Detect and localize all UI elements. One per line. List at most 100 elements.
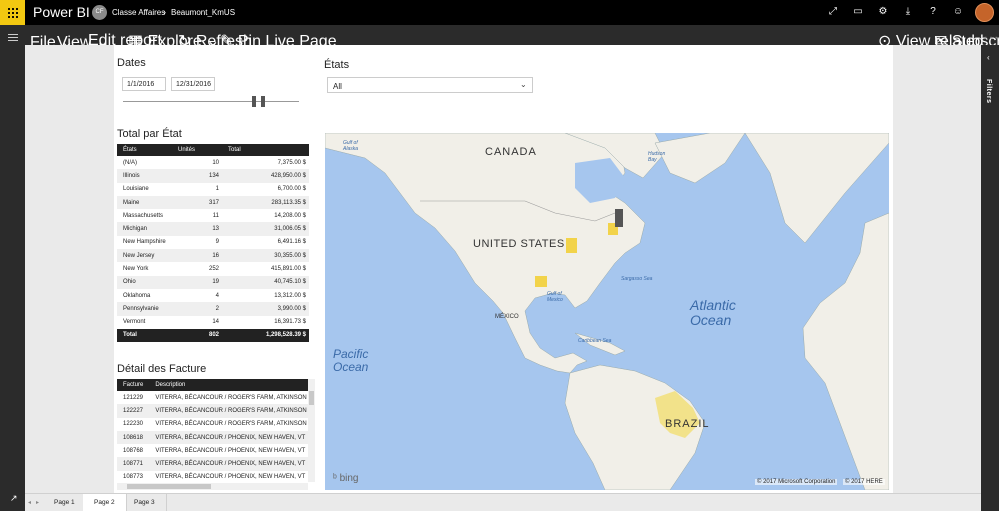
column-header-total[interactable]: Total — [222, 144, 309, 156]
chevron-down-icon[interactable]: ⌄ — [520, 80, 527, 89]
cell-description: VITERRA, BÉCANCOUR / PHOENIX, NEW HAVEN,… — [149, 457, 308, 471]
cell-etat: Illinois — [117, 169, 172, 183]
date-range-slider[interactable] — [123, 101, 299, 102]
table-row[interactable]: Michigan 13 31,006.05 $ — [117, 222, 309, 236]
horizontal-scrollbar[interactable] — [117, 483, 308, 490]
map-label-canada: CANADA — [485, 146, 537, 158]
chevron-left-icon[interactable]: ‹ — [987, 53, 990, 62]
table-row[interactable]: Oklahoma 4 13,312.00 $ — [117, 289, 309, 302]
end-date-input[interactable]: 12/31/2016 — [171, 77, 215, 91]
cell-total: 30,355.00 $ — [222, 249, 309, 263]
cell-unites: 1 — [215, 186, 219, 193]
map-graphic — [325, 133, 889, 490]
hamburger-icon[interactable] — [8, 34, 18, 41]
map-label-united-states: UNITED STATES — [473, 238, 565, 250]
cell-etat: Ohio — [117, 275, 172, 289]
total-cell-unites: 802 — [172, 328, 222, 342]
table-row[interactable]: New Hampshire 9 6,491.16 $ — [117, 236, 309, 249]
page-tab-3[interactable]: Page 3 — [123, 494, 167, 511]
table-row[interactable]: New York 252 415,891.00 $ — [117, 262, 309, 275]
breadcrumb-workspace[interactable]: Classe Affaires — [112, 8, 165, 17]
page-tab-1[interactable]: Page 1 — [43, 494, 87, 511]
table-row[interactable]: New Jersey 16 30,355.00 $ — [117, 249, 309, 263]
cell-unites: 11 — [212, 212, 219, 219]
table-row[interactable]: 108768 VITERRA, BÉCANCOUR / PHOENIX, NEW … — [117, 444, 308, 457]
table-row[interactable]: Pennsylvanie 2 3,990.00 $ — [117, 302, 309, 316]
column-header-etats[interactable]: États — [117, 144, 172, 156]
bing-icon: ᵇ — [333, 473, 337, 484]
table-row[interactable]: 122230 VITERRA, BÉCANCOUR / ROGER'S FARM,… — [117, 418, 308, 431]
cell-unites: 317 — [172, 195, 222, 210]
table-row[interactable]: Ohio 19 40,745.10 $ — [117, 275, 309, 289]
filters-pane-label[interactable]: Filters — [985, 79, 992, 104]
table-row[interactable]: 121229 VITERRA, BÉCANCOUR / ROGER'S FARM,… — [117, 391, 308, 404]
expand-nav-icon[interactable]: ↗ — [10, 493, 18, 504]
scrollbar-thumb[interactable] — [127, 484, 211, 489]
cell-total: 6,491.16 $ — [277, 239, 306, 246]
start-date-input[interactable]: 1/1/2016 — [122, 77, 166, 91]
map-label-gulf-alaska: Gulf of Alaska — [343, 140, 359, 152]
map-label-caribbean: Caribbean Sea — [578, 338, 612, 344]
cell-description: VITERRA, BÉCANCOUR / ROGER'S FARM, ATKIN… — [155, 394, 307, 401]
slider-end-handle[interactable] — [261, 96, 265, 107]
table-row[interactable]: Maine 317 283,113.35 $ — [117, 195, 309, 210]
cell-total: 283,113.35 $ — [222, 195, 309, 210]
louisiane-highlight — [535, 276, 547, 287]
workspace-avatar: CF — [92, 5, 107, 20]
map-copyright-microsoft: © 2017 Microsoft Corporation — [755, 479, 838, 485]
illinois-highlight — [566, 238, 577, 253]
etats-dropdown[interactable]: All — [327, 77, 533, 93]
cell-total: 415,891.00 $ — [270, 266, 306, 273]
table-row[interactable]: Illinois 134 428,950.00 $ — [117, 169, 309, 183]
cell-total: 40,745.10 $ — [222, 275, 309, 289]
detail-facture-table: Facture Description 121229 VITERRA, BÉCAN… — [117, 379, 308, 484]
total-par-etat-table: États Unités Total (N/A) 10 7,375.00 $ Illi… — [117, 144, 309, 342]
brand-title[interactable]: Power BI — [33, 4, 90, 20]
detail-facture-title: Détail des Facture — [117, 363, 207, 375]
cell-unites: 2 — [172, 302, 222, 316]
user-avatar[interactable] — [975, 3, 994, 22]
help-icon[interactable]: ? — [926, 6, 940, 17]
scrollbar-thumb[interactable] — [309, 391, 314, 405]
cell-unites: 14 — [212, 319, 219, 326]
cell-description: VITERRA, BÉCANCOUR / ROGER'S FARM, ATKIN… — [149, 404, 308, 418]
smile-icon[interactable]: ☺ — [951, 6, 965, 17]
cell-etat: Michigan — [117, 222, 172, 236]
table-row[interactable]: Massachusetts 11 14,208.00 $ — [117, 209, 309, 222]
cell-total: 428,950.00 $ — [222, 169, 309, 183]
app-launcher-button[interactable] — [0, 0, 25, 25]
cell-unites: 13 — [172, 222, 222, 236]
comment-icon[interactable]: ▭ — [851, 6, 865, 17]
cell-etat: New Hampshire — [123, 239, 166, 246]
chevron-right-icon: › — [163, 7, 166, 17]
prev-page-icon[interactable]: ◂ — [28, 499, 31, 506]
map-label-atlantic: Atlantic Ocean — [690, 297, 736, 328]
column-header-unites[interactable]: Unités — [172, 144, 222, 156]
column-header-facture[interactable]: Facture — [117, 379, 150, 391]
cell-unites: 19 — [172, 275, 222, 289]
expand-icon[interactable]: ⤢ — [826, 6, 840, 17]
cell-unites: 10 — [212, 159, 219, 166]
table-row[interactable]: 108618 VITERRA, BÉCANCOUR / PHOENIX, NEW … — [117, 430, 308, 445]
maine-selected — [615, 209, 623, 227]
settings-icon[interactable]: ⚙ — [876, 6, 890, 17]
filters-rail[interactable] — [981, 45, 999, 511]
table-row[interactable]: 108771 VITERRA, BÉCANCOUR / PHOENIX, NEW … — [117, 457, 308, 471]
cell-total: 7,375.00 $ — [277, 159, 306, 166]
table-row[interactable]: (N/A) 10 7,375.00 $ — [117, 156, 309, 169]
slider-start-handle[interactable] — [252, 96, 256, 107]
waffle-icon — [7, 7, 18, 18]
cell-etat: Louisiane — [123, 186, 149, 193]
column-header-description[interactable]: Description — [149, 379, 308, 391]
filled-map[interactable]: CANADA UNITED STATES MÉXICO BRAZIL Pacif… — [325, 133, 889, 490]
table-row[interactable]: Louisiane 1 6,700.00 $ — [117, 183, 309, 196]
total-row: Total 802 1,298,528.39 $ — [117, 328, 309, 342]
vertical-scrollbar[interactable] — [308, 379, 315, 482]
table-row[interactable]: Vermont 14 16,391.73 $ — [117, 316, 309, 329]
download-icon[interactable]: ⤓ — [901, 6, 915, 17]
cell-total: 16,391.73 $ — [274, 319, 306, 326]
cell-total: 3,990.00 $ — [222, 302, 309, 316]
table-row[interactable]: 122227 VITERRA, BÉCANCOUR / ROGER'S FARM,… — [117, 404, 308, 418]
next-page-icon[interactable]: ▸ — [36, 499, 39, 506]
page-tab-2[interactable]: Page 2 — [83, 494, 127, 511]
